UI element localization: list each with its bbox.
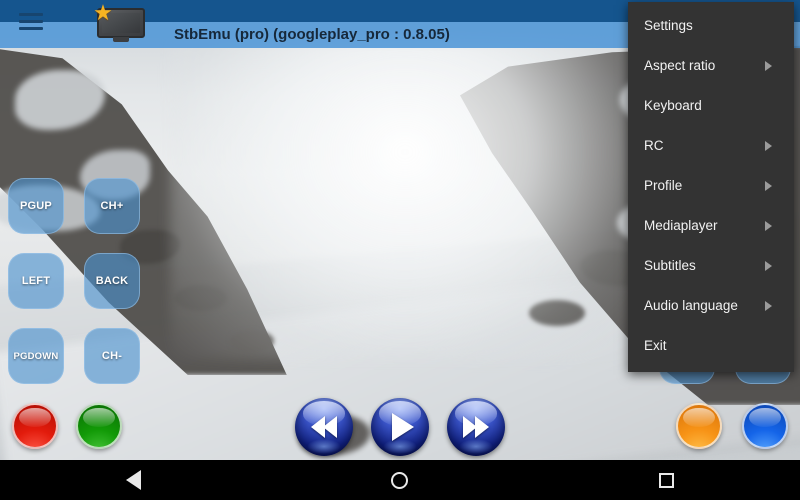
menu-item-mediaplayer[interactable]: Mediaplayer [628,206,794,246]
fast-forward-icon [463,416,489,438]
chevron-right-icon [765,181,772,191]
fast-forward-button[interactable] [447,398,505,456]
hamburger-line [19,20,43,23]
rc-key-pgdown[interactable]: PGDOWN [8,328,64,384]
menu-item-profile[interactable]: Profile [628,166,794,206]
options-popup-menu: Settings Aspect ratio Keyboard RC Profil… [628,2,794,372]
hamburger-line [19,27,43,30]
menu-item-aspect-ratio[interactable]: Aspect ratio [628,46,794,86]
nav-home-button[interactable] [355,460,445,500]
rc-key-left[interactable]: LEFT [8,253,64,309]
play-icon [387,413,414,441]
nav-recents-button[interactable] [622,460,712,500]
menu-item-label: Mediaplayer [644,218,718,233]
rc-key-chdown[interactable]: CH- [84,328,140,384]
app-title: StbEmu (pro) (googleplay_pro : 0.8.05) [174,26,450,43]
menu-item-label: Audio language [644,298,738,313]
app-icon: ★ [93,0,148,45]
chevron-right-icon [765,261,772,271]
rewind-button[interactable] [295,398,353,456]
star-badge-icon: ★ [93,0,113,25]
menu-item-label: Subtitles [644,258,696,273]
chevron-right-icon [765,141,772,151]
chevron-right-icon [765,61,772,71]
rc-key-back[interactable]: BACK [84,253,140,309]
triangle-back-icon [125,470,141,490]
play-button[interactable] [371,398,429,456]
rc-color-key-blue[interactable] [742,403,788,449]
rewind-icon [311,416,337,438]
menu-item-label: Keyboard [644,98,702,113]
tv-stand [113,37,129,42]
nav-back-button[interactable] [88,460,178,500]
menu-item-rc[interactable]: RC [628,126,794,166]
rc-key-pgup[interactable]: PGUP [8,178,64,234]
hamburger-line [19,13,43,16]
menu-item-exit[interactable]: Exit [628,326,794,366]
android-navigation-bar [0,460,800,500]
menu-item-label: Aspect ratio [644,58,716,73]
menu-item-label: Settings [644,18,693,33]
stbemu-app-window: ★ StbEmu (pro) (googleplay_pro : 0.8.05)… [0,0,800,500]
menu-item-audio-language[interactable]: Audio language [628,286,794,326]
menu-item-settings[interactable]: Settings [628,6,794,46]
rc-key-chup[interactable]: CH+ [84,178,140,234]
square-recents-icon [659,472,675,488]
chevron-right-icon [765,301,772,311]
valley-haze [170,40,640,360]
hamburger-menu-icon[interactable] [19,13,43,30]
chevron-right-icon [765,221,772,231]
menu-item-subtitles[interactable]: Subtitles [628,246,794,286]
rc-color-key-red[interactable] [12,403,58,449]
menu-item-label: Exit [644,338,667,353]
rc-color-key-green[interactable] [76,403,122,449]
menu-item-label: Profile [644,178,683,193]
circle-home-icon [391,471,409,489]
menu-item-label: RC [644,138,664,153]
menu-item-keyboard[interactable]: Keyboard [628,86,794,126]
rc-color-key-orange[interactable] [676,403,722,449]
